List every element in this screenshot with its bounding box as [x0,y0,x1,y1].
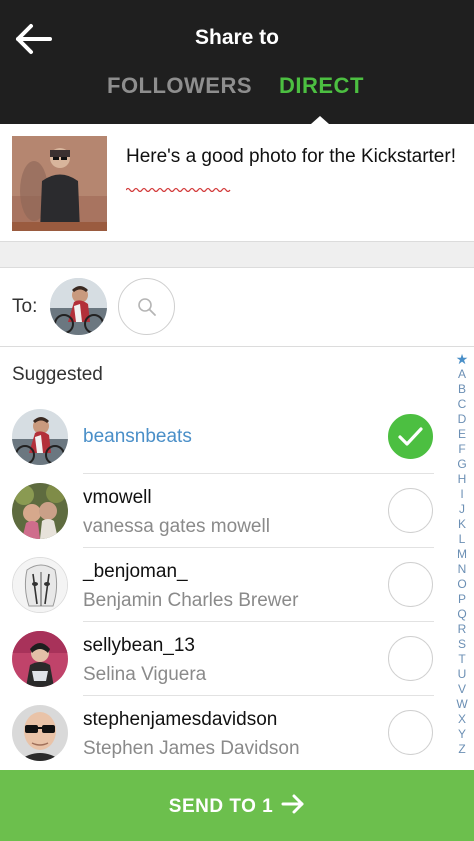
index-letter-f[interactable]: F [458,442,465,457]
index-letter-m[interactable]: M [457,547,467,562]
photo-thumbnail [12,136,107,231]
page-title: Share to [194,26,280,49]
index-letter-t[interactable]: T [458,652,465,667]
to-label: To: [12,296,38,317]
spellcheck-underline [126,187,231,192]
full-name: Stephen James Davidson [83,738,300,759]
index-letter-z[interactable]: Z [458,742,465,757]
search-icon [138,298,156,316]
avatar [12,557,68,613]
username: beansnbeats [83,426,192,447]
index-letter-i[interactable]: I [460,487,463,502]
index-letter-c[interactable]: C [458,397,467,412]
select-checkbox[interactable] [388,488,433,533]
index-letter-j[interactable]: J [459,502,465,517]
select-checkbox[interactable] [388,710,433,755]
index-letter-d[interactable]: D [458,412,467,427]
index-letter-e[interactable]: E [458,427,466,442]
full-name: Selina Viguera [83,664,207,685]
index-letter-b[interactable]: B [458,382,466,397]
index-letter-k[interactable]: K [458,517,466,532]
avatar [12,705,68,761]
list-item[interactable]: beansnbeats [0,400,446,474]
index-letter-w[interactable]: W [456,697,467,712]
list-item[interactable]: stephenjamesdavidson Stephen James David… [0,696,446,770]
list-item[interactable]: sellybean_13 Selina Viguera [0,622,446,696]
index-letter-r[interactable]: R [458,622,467,637]
tab-direct[interactable]: DIRECT [279,73,364,99]
section-separator [0,241,474,268]
recipient-avatar[interactable] [50,278,107,335]
select-checkbox[interactable] [388,636,433,681]
index-letter-q[interactable]: Q [457,607,466,622]
index-letter-l[interactable]: L [459,532,466,547]
recipient-search-button[interactable] [118,278,175,335]
active-tab-indicator [311,116,329,124]
index-letter-v[interactable]: V [458,682,466,697]
index-letter-a[interactable]: A [458,367,466,382]
arrow-right-icon [281,794,305,820]
index-letter-s[interactable]: S [458,637,466,652]
send-button[interactable]: SEND TO 1 [0,770,474,841]
header-bar: Share to FOLLOWERS DIRECT [0,0,474,124]
index-letter-x[interactable]: X [458,712,466,727]
full-name: vanessa gates mowell [83,516,270,537]
full-name: Benjamin Charles Brewer [83,590,299,611]
divider [0,346,474,347]
avatar [12,409,68,465]
alphabet-index[interactable]: ★ A B C D E F G H I J K L M N O P Q R S T U V W X Y Z [452,352,472,767]
checkmark-icon [397,426,423,446]
index-letter-u[interactable]: U [458,667,467,682]
suggested-heading: Suggested [12,364,103,385]
tab-followers[interactable]: FOLLOWERS [107,73,252,99]
select-checkbox[interactable] [388,562,433,607]
index-letter-n[interactable]: N [458,562,467,577]
list-item[interactable]: _benjoman_ Benjamin Charles Brewer [0,548,446,622]
index-letter-g[interactable]: G [457,457,466,472]
send-button-content: SEND TO 1 [0,794,474,820]
username: vmowell [83,487,152,508]
send-button-label: SEND TO 1 [168,796,274,817]
list-item[interactable]: vmowell vanessa gates mowell [0,474,446,548]
index-letter-y[interactable]: Y [458,727,466,742]
avatar [12,631,68,687]
username: _benjoman_ [83,561,188,582]
username: sellybean_13 [83,635,195,656]
index-letter-h[interactable]: H [458,472,467,487]
index-letter-p[interactable]: P [458,592,466,607]
index-letter-o[interactable]: O [457,577,466,592]
avatar [12,483,68,539]
favorites-star-icon[interactable]: ★ [456,352,469,367]
username: stephenjamesdavidson [83,709,278,730]
select-checkbox[interactable] [388,414,433,459]
caption-text[interactable]: Here's a good photo for the Kickstarter! [126,144,456,170]
